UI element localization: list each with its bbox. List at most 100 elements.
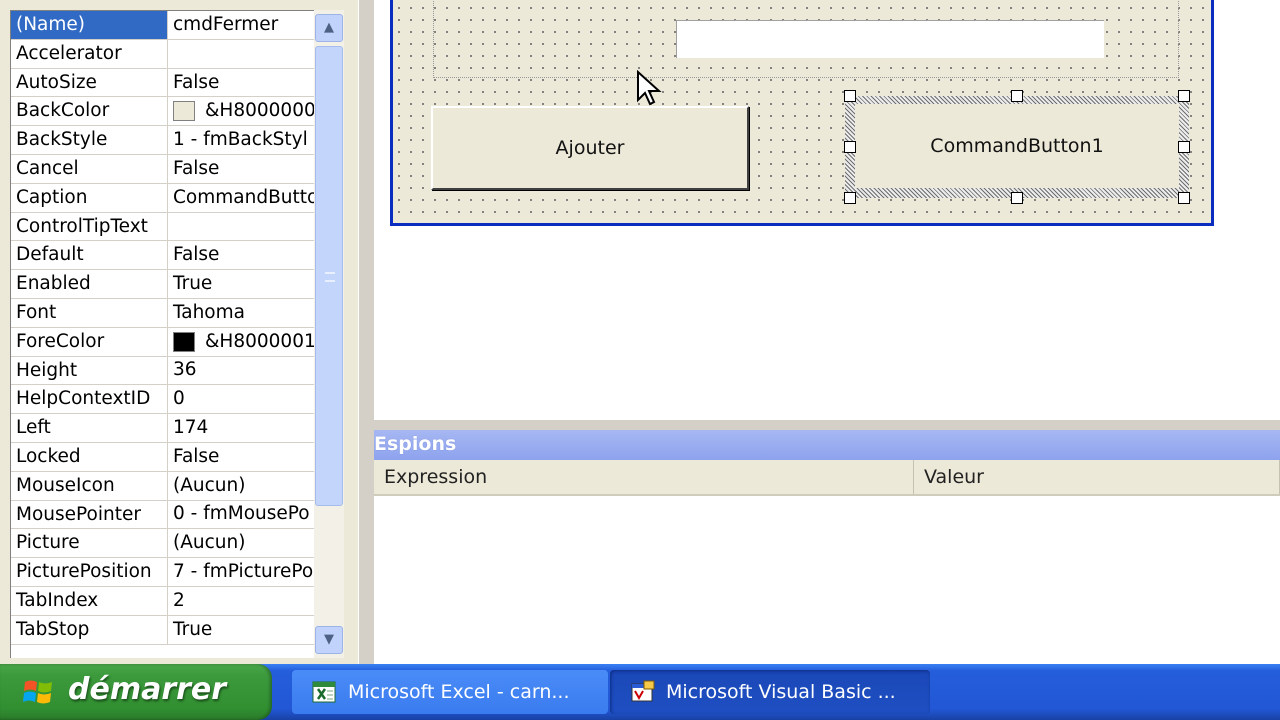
property-row[interactable]: Default False — [11, 241, 314, 271]
property-row[interactable]: Font Tahoma — [11, 298, 314, 328]
resize-handle-ne[interactable] — [1178, 90, 1190, 102]
property-value[interactable]: True — [168, 616, 314, 644]
property-name[interactable]: ForeColor — [11, 327, 168, 356]
horizontal-splitter[interactable] — [374, 420, 1280, 430]
property-value-text: 36 — [173, 359, 197, 381]
taskbar-item-vba[interactable]: Microsoft Visual Basic ... — [610, 670, 930, 714]
start-button[interactable]: démarrer — [0, 664, 272, 720]
property-name[interactable]: Left — [11, 414, 168, 442]
property-value[interactable]: (Aucun) — [168, 529, 314, 557]
property-value[interactable]: False — [168, 69, 314, 97]
property-value-text: 1 - fmBackStyl — [173, 129, 308, 151]
resize-handle-n[interactable] — [1011, 90, 1023, 102]
property-name[interactable]: BackColor — [11, 97, 168, 126]
property-value[interactable]: Tahoma — [168, 299, 314, 327]
property-value[interactable]: 174 — [168, 414, 314, 442]
property-name[interactable]: AutoSize — [11, 68, 168, 97]
property-name[interactable]: MousePointer — [11, 500, 168, 529]
property-name[interactable]: TabStop — [11, 615, 168, 644]
property-name[interactable]: Accelerator — [11, 39, 168, 68]
property-name[interactable]: (Name) — [11, 11, 168, 39]
property-value-text: &H8000000 — [205, 100, 314, 122]
property-name[interactable]: PicturePosition — [11, 558, 168, 586]
scroll-down-icon[interactable]: ▼ — [315, 626, 343, 654]
property-name[interactable]: Cancel — [11, 154, 168, 183]
property-name[interactable]: Locked — [11, 442, 168, 471]
property-name[interactable]: HelpContextID — [11, 385, 168, 414]
vertical-splitter[interactable] — [358, 0, 374, 664]
command-button-1[interactable]: CommandButton1 — [855, 104, 1179, 188]
userform-canvas[interactable]: Ajouter CommandButton1 — [390, 0, 1214, 226]
property-value-text: 7 - fmPicturePo — [173, 561, 314, 583]
property-value[interactable]: False — [168, 241, 314, 269]
property-value[interactable]: 36 — [168, 357, 314, 385]
property-row[interactable]: TabStop True — [11, 615, 314, 645]
property-row[interactable]: MousePointer 0 - fmMousePo — [11, 500, 314, 530]
property-row[interactable]: Enabled True — [11, 270, 314, 299]
column-value[interactable]: Valeur — [914, 460, 1280, 494]
property-value-text: Tahoma — [173, 301, 245, 323]
property-row[interactable]: Accelerator — [11, 39, 314, 69]
property-row[interactable]: Picture (Aucun) — [11, 529, 314, 559]
property-name[interactable]: Height — [11, 356, 168, 385]
property-value[interactable]: False — [168, 443, 314, 471]
resize-handle-sw[interactable] — [844, 192, 856, 204]
property-row[interactable]: BackColor &H8000000 — [11, 97, 314, 127]
property-row[interactable]: Locked False — [11, 442, 314, 472]
property-row[interactable]: MouseIcon (Aucun) — [11, 471, 314, 501]
property-value-text: (Aucun) — [173, 532, 246, 554]
property-value[interactable]: 0 - fmMousePo — [168, 501, 314, 529]
ajouter-button[interactable]: Ajouter — [431, 106, 749, 190]
resize-handle-s[interactable] — [1011, 192, 1023, 204]
scroll-up-icon[interactable]: ▲ — [315, 14, 343, 42]
property-name[interactable]: Default — [11, 241, 168, 270]
property-row[interactable]: ControlTipText — [11, 212, 314, 242]
resize-handle-e[interactable] — [1178, 141, 1190, 153]
property-value[interactable] — [168, 40, 314, 68]
property-row[interactable]: ForeColor &H8000001 — [11, 327, 314, 357]
resize-handle-se[interactable] — [1178, 192, 1190, 204]
form-designer: Ajouter CommandButton1 — [374, 0, 1280, 420]
property-row[interactable]: Caption CommandButto — [11, 183, 314, 213]
scrollbar-thumb[interactable] — [315, 46, 343, 506]
property-value[interactable]: 2 — [168, 587, 314, 615]
resize-handle-w[interactable] — [844, 141, 856, 153]
property-name[interactable]: TabIndex — [11, 586, 168, 615]
property-row[interactable]: PicturePosition 7 - fmPicturePo — [11, 558, 314, 587]
property-name[interactable]: Caption — [11, 183, 168, 212]
resize-handle-nw[interactable] — [844, 90, 856, 102]
taskbar-item-label: Microsoft Visual Basic ... — [666, 681, 896, 703]
property-row[interactable]: HelpContextID 0 — [11, 385, 314, 415]
property-name[interactable]: Font — [11, 298, 168, 327]
property-row[interactable]: Height 36 — [11, 356, 314, 386]
column-expression[interactable]: Expression — [374, 460, 914, 494]
property-value[interactable]: 1 - fmBackStyl — [168, 126, 314, 154]
property-value[interactable]: 0 — [168, 385, 314, 413]
property-row[interactable]: BackStyle 1 - fmBackStyl — [11, 126, 314, 155]
property-row[interactable]: Cancel False — [11, 154, 314, 184]
property-value[interactable]: False — [168, 155, 314, 183]
property-value[interactable]: (Aucun) — [168, 472, 314, 500]
property-row[interactable]: AutoSize False — [11, 68, 314, 98]
property-name[interactable]: BackStyle — [11, 126, 168, 154]
property-value[interactable]: CommandButto — [168, 184, 314, 212]
property-value[interactable]: &H8000001 — [168, 328, 314, 356]
property-name[interactable]: Enabled — [11, 270, 168, 298]
textbox-control[interactable] — [676, 20, 1104, 58]
property-name[interactable]: ControlTipText — [11, 212, 168, 241]
property-row[interactable]: TabIndex 2 — [11, 586, 314, 616]
property-value[interactable]: 7 - fmPicturePo — [168, 558, 314, 586]
taskbar-item-excel[interactable]: Microsoft Excel - carn... — [292, 670, 608, 714]
watch-title[interactable]: Espions — [374, 430, 1280, 460]
property-row[interactable]: Left 174 — [11, 414, 314, 443]
properties-scrollbar[interactable]: ▲ ▼ — [314, 10, 344, 658]
property-value[interactable]: True — [168, 270, 314, 298]
property-value[interactable] — [168, 213, 314, 241]
property-row[interactable]: (Name) cmdFermer — [11, 11, 314, 40]
property-value[interactable]: &H8000000 — [168, 97, 314, 125]
property-name[interactable]: Picture — [11, 529, 168, 558]
selected-control-frame[interactable]: CommandButton1 — [844, 90, 1190, 204]
property-name[interactable]: MouseIcon — [11, 471, 168, 500]
properties-window: (Name) cmdFermer Accelerator AutoSize False B… — [0, 0, 358, 664]
property-value[interactable]: cmdFermer — [168, 11, 314, 39]
